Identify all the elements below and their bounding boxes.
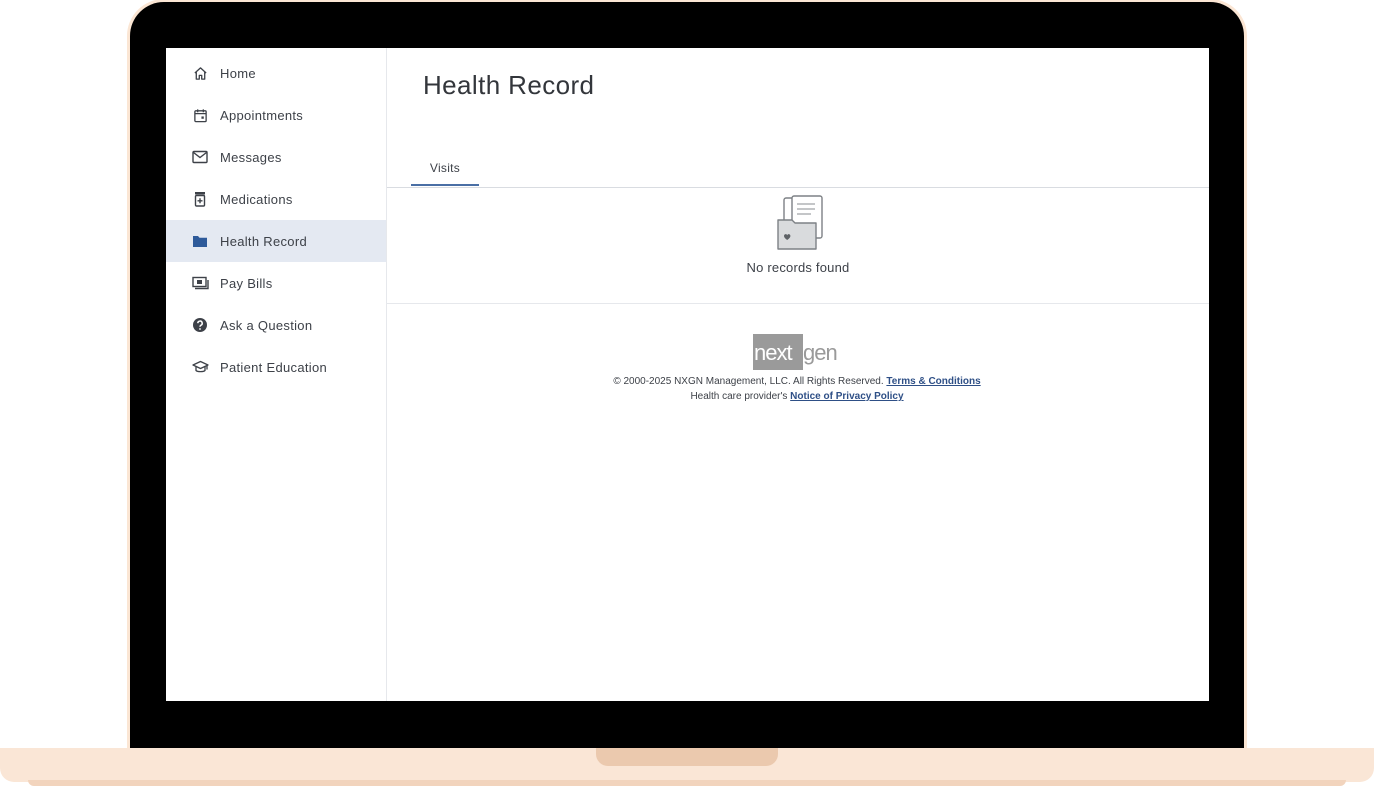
privacy-prefix: Health care provider's — [690, 391, 788, 402]
laptop-notch — [596, 748, 778, 766]
sidebar-item-ask-a-question[interactable]: Ask a Question — [166, 304, 386, 346]
sidebar-item-label: Patient Education — [220, 359, 328, 375]
main-content: Health Record Visits No records found ne… — [387, 48, 1209, 701]
question-icon — [191, 316, 209, 334]
screen: Home Appointments Messages Medications H… — [166, 48, 1209, 701]
terms-link[interactable]: Terms & Conditions — [886, 376, 980, 387]
copyright: © 2000-2025 NXGN Management, LLC. All Ri… — [613, 376, 884, 387]
sidebar-item-label: Messages — [220, 149, 282, 165]
graduation-cap-icon — [191, 358, 209, 376]
cash-icon — [191, 274, 209, 292]
laptop-base-edge — [28, 780, 1346, 786]
sidebar-item-messages[interactable]: Messages — [166, 136, 386, 178]
sidebar-item-appointments[interactable]: Appointments — [166, 94, 386, 136]
sidebar-item-pay-bills[interactable]: Pay Bills — [166, 262, 386, 304]
calendar-icon — [191, 106, 209, 124]
sidebar-item-label: Medications — [220, 191, 293, 207]
sidebar-item-medications[interactable]: Medications — [166, 178, 386, 220]
sidebar-item-patient-education[interactable]: Patient Education — [166, 346, 386, 388]
sidebar: Home Appointments Messages Medications H… — [166, 48, 387, 701]
sidebar-item-label: Pay Bills — [220, 275, 273, 291]
page-title: Health Record — [423, 70, 595, 100]
envelope-icon — [191, 148, 209, 166]
pill-bottle-icon — [191, 190, 209, 208]
privacy-policy-link[interactable]: Notice of Privacy Policy — [790, 391, 903, 402]
empty-state: No records found — [387, 188, 1209, 304]
nextgen-logo: next gen — [753, 334, 845, 372]
medical-folder-icon — [766, 194, 832, 261]
sidebar-item-label: Home — [220, 65, 256, 81]
home-icon — [191, 64, 209, 82]
copyright-text: © 2000-2025 NXGN Management, LLC. All Ri… — [387, 374, 1207, 404]
empty-state-text: No records found — [746, 260, 850, 275]
sidebar-item-label: Health Record — [220, 233, 307, 249]
sidebar-item-home[interactable]: Home — [166, 52, 386, 94]
tab-visits[interactable]: Visits — [411, 152, 479, 186]
sidebar-item-label: Appointments — [220, 107, 304, 123]
sidebar-item-label: Ask a Question — [220, 317, 313, 333]
sidebar-item-health-record[interactable]: Health Record — [166, 220, 386, 262]
folder-icon — [191, 232, 209, 250]
tab-bar: Visits — [387, 152, 1209, 188]
